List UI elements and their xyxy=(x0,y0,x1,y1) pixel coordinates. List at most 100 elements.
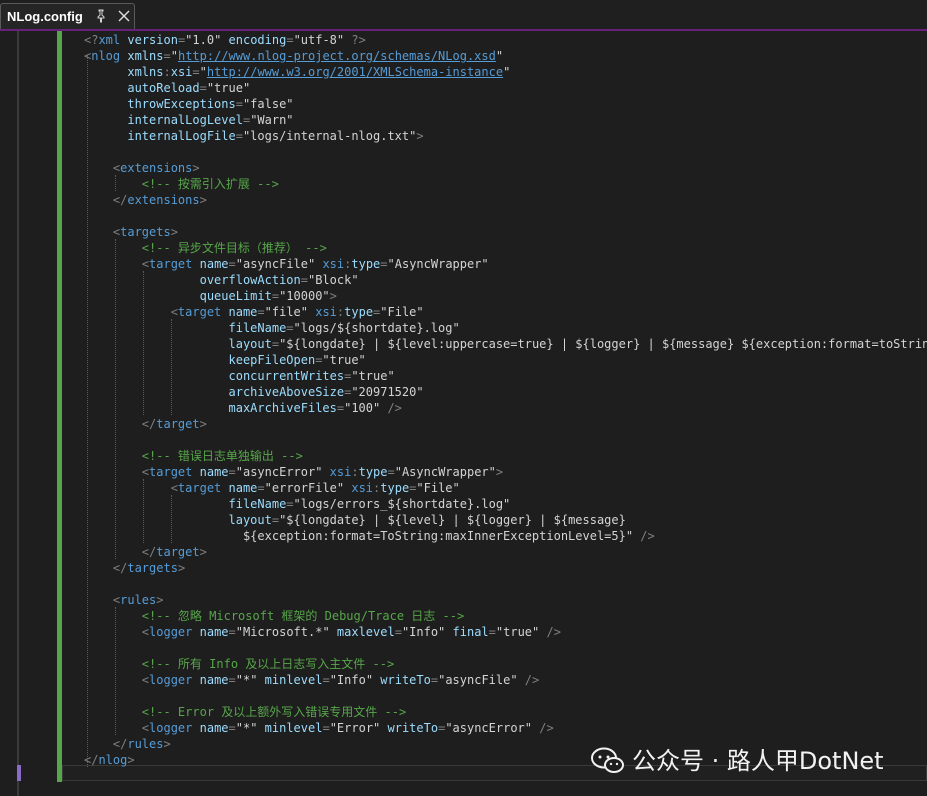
code-line[interactable]: <nlog xmlns="http://www.nlog-project.org… xyxy=(84,48,503,64)
tab-nlog-config[interactable]: NLog.config xyxy=(0,3,135,29)
code-line[interactable]: fileName="logs/errors_${shortdate}.log" xyxy=(84,496,510,512)
code-token: = xyxy=(235,129,243,143)
code-token: = xyxy=(430,673,439,687)
code-line[interactable]: queueLimit="10000"> xyxy=(84,288,337,304)
code-token: = xyxy=(257,305,265,319)
code-token: "Error" xyxy=(329,721,381,735)
code-line[interactable]: <target name="file" xsi:type="File" xyxy=(84,304,424,320)
code-line[interactable]: autoReload="true" xyxy=(84,80,250,96)
code-token: throwExceptions xyxy=(84,97,236,111)
code-line[interactable]: </nlog> xyxy=(84,752,135,768)
code-token: layout xyxy=(84,337,272,351)
code-token: logger xyxy=(149,625,193,639)
code-line[interactable]: <extensions> xyxy=(84,160,200,176)
code-line[interactable]: archiveAboveSize="20971520" xyxy=(84,384,423,400)
code-token: "File" xyxy=(380,305,424,319)
code-token: "asyncError" xyxy=(445,721,533,735)
code-line[interactable]: <!-- 按需引入扩展 --> xyxy=(84,176,279,192)
tab-title: NLog.config xyxy=(7,9,83,24)
pin-icon[interactable] xyxy=(94,9,108,23)
code-line[interactable]: </extensions> xyxy=(84,192,207,208)
code-token: encoding xyxy=(221,33,287,47)
code-token: xsi xyxy=(308,305,337,319)
code-line[interactable]: <!-- 所有 Info 及以上日志写入主文件 --> xyxy=(84,656,394,672)
code-token: = xyxy=(228,721,236,735)
code-line[interactable]: </rules> xyxy=(84,736,171,752)
code-line[interactable]: <!-- 错误日志单独输出 --> xyxy=(84,448,303,464)
code-token: name xyxy=(192,673,229,687)
code-line[interactable]: keepFileOpen="true" xyxy=(84,352,365,368)
code-token: : xyxy=(351,465,359,479)
code-token: <!-- 按需引入扩展 --> xyxy=(84,177,279,191)
code-token: archiveAboveSize xyxy=(84,385,345,399)
code-token: autoReload xyxy=(84,81,200,95)
code-token: < xyxy=(84,593,121,607)
code-token: target xyxy=(156,545,200,559)
code-token: logger xyxy=(149,673,193,687)
code-token: xml xyxy=(98,33,121,47)
code-line[interactable]: <target name="asyncFile" xsi:type="Async… xyxy=(84,256,489,272)
code-token: > xyxy=(127,753,135,767)
code-line[interactable]: internalLogLevel="Warn" xyxy=(84,112,294,128)
code-line[interactable]: </target> xyxy=(84,544,207,560)
code-token: > xyxy=(416,129,424,143)
code-line[interactable]: </targets> xyxy=(84,560,185,576)
code-token: </ xyxy=(84,417,157,431)
code-line[interactable]: overflowAction="Block" xyxy=(84,272,359,288)
code-line[interactable]: <target name="asyncError" xsi:type="Asyn… xyxy=(84,464,503,480)
code-token: target xyxy=(149,465,193,479)
code-token: rules xyxy=(120,593,157,607)
code-token: /> xyxy=(532,721,554,735)
code-editor[interactable]: <?xml version="1.0" encoding="utf-8" ?> <… xyxy=(0,31,927,796)
code-line[interactable]: <logger name="Microsoft.*" maxlevel="Inf… xyxy=(84,624,561,640)
code-line[interactable]: <!-- 异步文件目标（推荐） --> xyxy=(84,240,327,256)
code-token: writeTo xyxy=(380,721,439,735)
document-tabstrip: NLog.config xyxy=(0,0,927,31)
code-line[interactable]: fileName="logs/${shortdate}.log" xyxy=(84,320,460,336)
code-line[interactable]: <!-- 忽略 Microsoft 框架的 Debug/Trace 日志 --> xyxy=(84,608,464,624)
code-token: "file" xyxy=(264,305,308,319)
code-token: minlevel xyxy=(257,721,323,735)
code-token: </ xyxy=(84,193,128,207)
code-token: "Block" xyxy=(307,273,359,287)
code-token: writeTo xyxy=(373,673,431,687)
code-line[interactable]: </target> xyxy=(84,416,207,432)
code-token: http://www.nlog-project.org/schemas/NLog… xyxy=(177,49,496,63)
code-line[interactable]: throwExceptions="false" xyxy=(84,96,293,112)
code-token: "logs/${shortdate}.log" xyxy=(293,321,460,335)
code-line[interactable]: ${exception:format=ToString:maxInnerExce… xyxy=(84,528,655,544)
code-token: "Warn" xyxy=(250,113,294,127)
code-line[interactable]: layout="${longdate} | ${level:uppercase=… xyxy=(84,336,927,352)
code-token: internalLogFile xyxy=(84,129,236,143)
code-line[interactable]: <logger name="*" minlevel="Info" writeTo… xyxy=(84,672,539,688)
code-token: type xyxy=(344,305,374,319)
code-line[interactable]: internalLogFile="logs/internal-nlog.txt"… xyxy=(84,128,424,144)
code-token: " xyxy=(495,49,504,63)
code-line[interactable]: <target name="errorFile" xsi:type="File" xyxy=(84,480,460,496)
code-token: < xyxy=(84,673,150,687)
code-line[interactable]: <rules> xyxy=(84,592,164,608)
code-line[interactable]: <logger name="*" minlevel="Error" writeT… xyxy=(84,720,554,736)
code-token: "errorFile" xyxy=(264,481,345,495)
code-token: < xyxy=(84,225,121,239)
code-line[interactable]: xmlns:xsi="http://www.w3.org/2001/XMLSch… xyxy=(84,64,510,80)
code-token: ?> xyxy=(344,33,366,47)
code-token: xmlns xyxy=(120,49,164,63)
code-line[interactable]: maxArchiveFiles="100" /> xyxy=(84,400,401,416)
code-token: "${longdate} | ${level:uppercase=true} |… xyxy=(279,337,927,351)
code-token: < xyxy=(84,305,178,319)
code-line[interactable]: <targets> xyxy=(84,224,178,240)
code-token: " xyxy=(170,49,178,63)
code-token: > xyxy=(329,289,337,303)
code-line[interactable]: layout="${longdate} | ${level} | ${logge… xyxy=(84,512,625,528)
code-token: maxArchiveFiles xyxy=(84,401,337,415)
code-line[interactable]: <?xml version="1.0" encoding="utf-8" ?> xyxy=(84,32,366,48)
wechat-icon xyxy=(591,747,624,773)
close-icon[interactable] xyxy=(117,9,131,23)
code-token: /> xyxy=(633,529,655,543)
code-token: type xyxy=(358,465,388,479)
code-line[interactable]: concurrentWrites="true" xyxy=(84,368,394,384)
code-line[interactable]: <!-- Error 及以上额外写入错误专用文件 --> xyxy=(84,704,406,720)
code-token: name xyxy=(192,721,229,735)
code-token: name xyxy=(192,625,229,639)
